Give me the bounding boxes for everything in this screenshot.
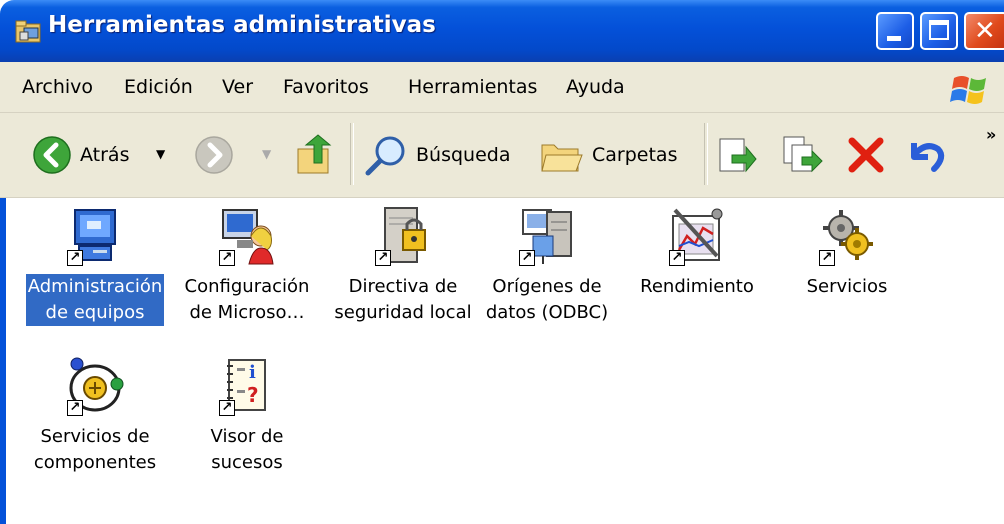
item-label: Rendimiento [640, 276, 754, 297]
undo-icon [911, 143, 945, 172]
item-label: de Microso… [189, 302, 305, 323]
item-label: de equipos [45, 302, 145, 323]
item-label: Servicios de [40, 426, 150, 447]
list-item[interactable]: ↗ Rendimiento [622, 206, 772, 300]
window-title: Herramientas administrativas [48, 12, 436, 38]
list-item[interactable]: ↗ Configuración de Microso… [172, 206, 322, 326]
back-label: Atrás [80, 144, 130, 166]
item-label: componentes [33, 452, 157, 473]
menu-edicion[interactable]: Edición [124, 76, 193, 98]
move-to-icon [719, 138, 757, 173]
list-item[interactable]: ↗ Administración de equipos [20, 206, 170, 326]
up-folder-button[interactable] [294, 133, 336, 177]
menu-ver[interactable]: Ver [222, 76, 253, 98]
svg-text:?: ? [247, 383, 259, 407]
item-label: Directiva de [348, 276, 458, 297]
delete-icon [848, 137, 884, 173]
minimize-button[interactable] [876, 12, 914, 50]
admin-tools-folder-icon [15, 20, 41, 43]
shortcut-arrow-icon: ↗ [669, 250, 685, 266]
item-label: Servicios [806, 276, 888, 297]
svg-text:i: i [249, 362, 256, 383]
list-item[interactable]: ↗ Servicios de componentes [20, 356, 170, 476]
minimize-icon [887, 36, 901, 41]
copy-to-icon [783, 136, 823, 173]
list-item[interactable]: ↗ Directiva de seguridad local [328, 206, 478, 326]
delete-button[interactable] [846, 135, 886, 175]
up-folder-icon [297, 134, 332, 174]
undo-button[interactable] [904, 135, 948, 175]
toolbar-separator [704, 123, 708, 185]
menu-archivo[interactable]: Archivo [22, 76, 93, 98]
menu-herramientas[interactable]: Herramientas [408, 76, 537, 98]
menu-bar: Archivo Edición Ver Favoritos Herramient… [0, 62, 1004, 113]
windows-logo-icon [950, 76, 986, 104]
toolbar: Atrás ▼ ▼ Búsqueda Carpetas » [0, 113, 1004, 199]
search-label: Búsqueda [416, 144, 511, 166]
shortcut-arrow-icon: ↗ [819, 250, 835, 266]
search-icon [365, 136, 405, 176]
shortcut-arrow-icon: ↗ [67, 400, 83, 416]
item-label: Orígenes de [492, 276, 602, 297]
back-button[interactable]: Atrás [32, 135, 129, 175]
toolbar-overflow-icon[interactable]: » [986, 125, 996, 144]
item-label: Administración [27, 276, 163, 297]
back-dropdown-icon[interactable]: ▼ [156, 147, 165, 161]
folders-icon [541, 144, 583, 172]
list-item[interactable]: ↗ Servicios [772, 206, 922, 300]
item-label: Configuración [184, 276, 310, 297]
item-label: sucesos [211, 452, 283, 473]
folders-button[interactable]: Carpetas [538, 133, 677, 177]
close-icon: ✕ [974, 16, 996, 46]
item-label: seguridad local [334, 302, 472, 323]
menu-ayuda[interactable]: Ayuda [566, 76, 625, 98]
back-arrow-icon [33, 136, 71, 174]
maximize-icon [929, 20, 949, 40]
shortcut-arrow-icon: ↗ [67, 250, 83, 266]
move-to-button[interactable] [716, 133, 758, 177]
shortcut-arrow-icon: ↗ [219, 400, 235, 416]
shortcut-arrow-icon: ↗ [519, 250, 535, 266]
menu-favoritos[interactable]: Favoritos [283, 76, 369, 98]
list-item[interactable]: i ? ↗ Visor de sucesos [172, 356, 322, 476]
toolbar-separator [350, 123, 354, 185]
forward-arrow-icon [195, 136, 233, 174]
search-button[interactable]: Búsqueda [364, 133, 510, 177]
forward-button[interactable] [194, 135, 234, 175]
file-view[interactable]: ↗ Administración de equipos ↗ Configuraci… [0, 198, 1004, 524]
item-label: datos (ODBC) [485, 302, 609, 323]
forward-dropdown-icon[interactable]: ▼ [262, 147, 271, 161]
list-item[interactable]: ↗ Orígenes de datos (ODBC) [472, 206, 622, 326]
copy-to-button[interactable] [780, 133, 824, 177]
close-button[interactable]: ✕ [964, 12, 1004, 50]
shortcut-arrow-icon: ↗ [375, 250, 391, 266]
item-label: Visor de [210, 426, 284, 447]
folders-label: Carpetas [592, 144, 678, 166]
shortcut-arrow-icon: ↗ [219, 250, 235, 266]
maximize-button[interactable] [920, 12, 958, 50]
title-bar[interactable]: Herramientas administrativas ✕ [0, 0, 1004, 62]
